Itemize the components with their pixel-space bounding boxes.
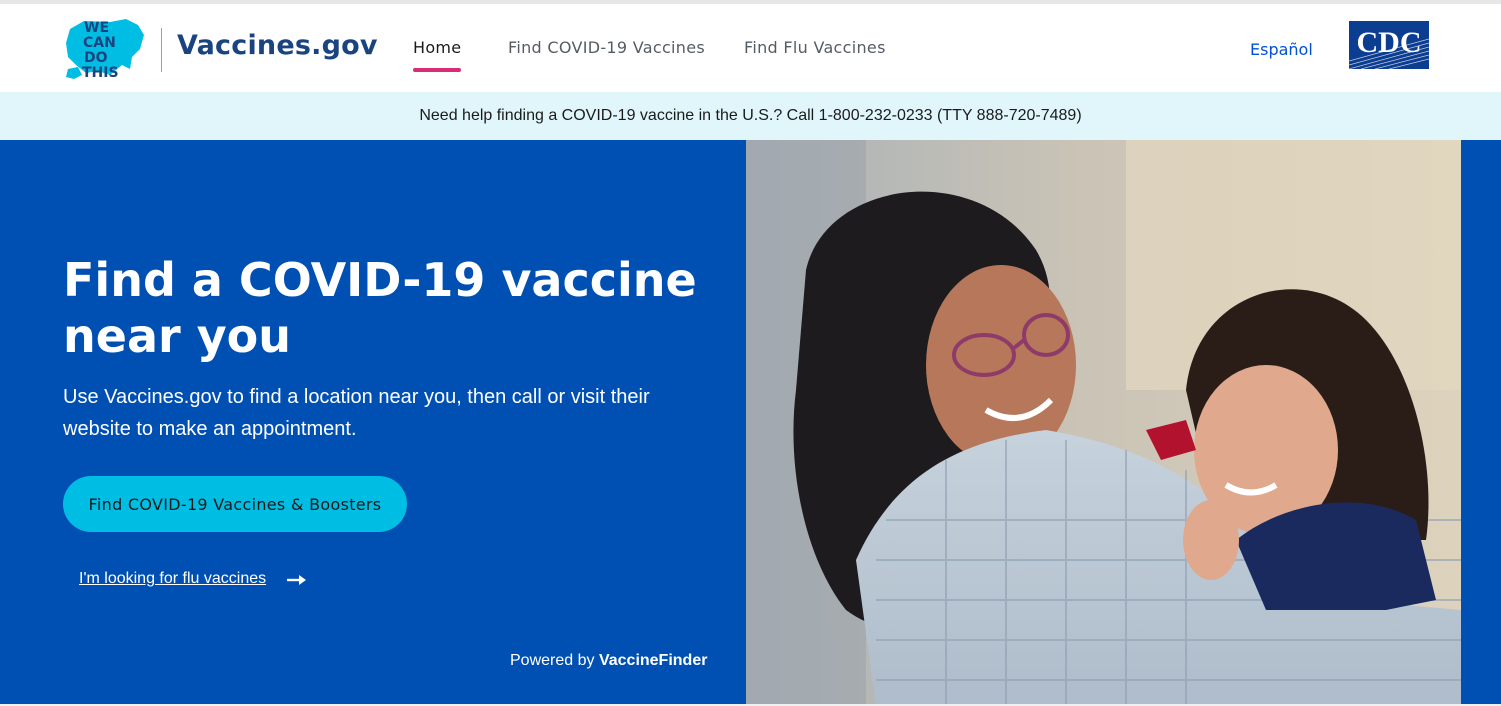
powered-by-prefix: Powered by [510,652,595,669]
cdc-logo-icon[interactable]: CDC [1349,21,1429,69]
active-nav-indicator [413,68,462,72]
help-notice-text: Need help finding a COVID-19 vaccine in … [419,107,1082,124]
svg-text:CAN: CAN [83,35,116,51]
site-header: WE CAN DO THIS Vaccines.gov Home Find CO… [0,4,1501,92]
svg-text:CDC: CDC [1357,26,1422,59]
flu-vaccines-link[interactable]: I'm looking for flu vaccines [79,570,266,588]
language-toggle-link[interactable]: Español [1250,40,1313,59]
hero-photo [746,140,1461,706]
grandmother-and-child-photo [746,140,1461,706]
nav-home-label: Home [413,38,462,57]
svg-text:THIS: THIS [82,65,119,81]
hero-title: Find a COVID-19 vaccine near you [63,253,697,363]
logo-divider [161,28,162,72]
hero-section: Find a COVID-19 vaccine near you Use Vac… [0,140,1501,706]
help-notice-bar: Need help finding a COVID-19 vaccine in … [0,92,1501,140]
arrow-right-icon[interactable] [287,574,307,586]
nav-home[interactable]: Home [413,38,462,72]
site-name-link[interactable]: Vaccines.gov [177,30,378,61]
find-covid-vaccines-button[interactable]: Find COVID-19 Vaccines & Boosters [63,476,407,532]
nav-find-flu-vaccines[interactable]: Find Flu Vaccines [744,38,886,57]
alaska-shape [66,67,82,79]
hero-subtitle: Use Vaccines.gov to find a location near… [63,386,650,440]
svg-text:DO: DO [84,50,108,66]
vaccinefinder-brand: VaccineFinder [598,652,708,669]
nav-find-covid-vaccines[interactable]: Find COVID-19 Vaccines [508,38,705,57]
svg-text:WE: WE [84,20,109,36]
we-can-do-this-logo[interactable]: WE CAN DO THIS [64,15,146,83]
powered-by-credit: Powered by VaccineFinder [510,652,707,670]
